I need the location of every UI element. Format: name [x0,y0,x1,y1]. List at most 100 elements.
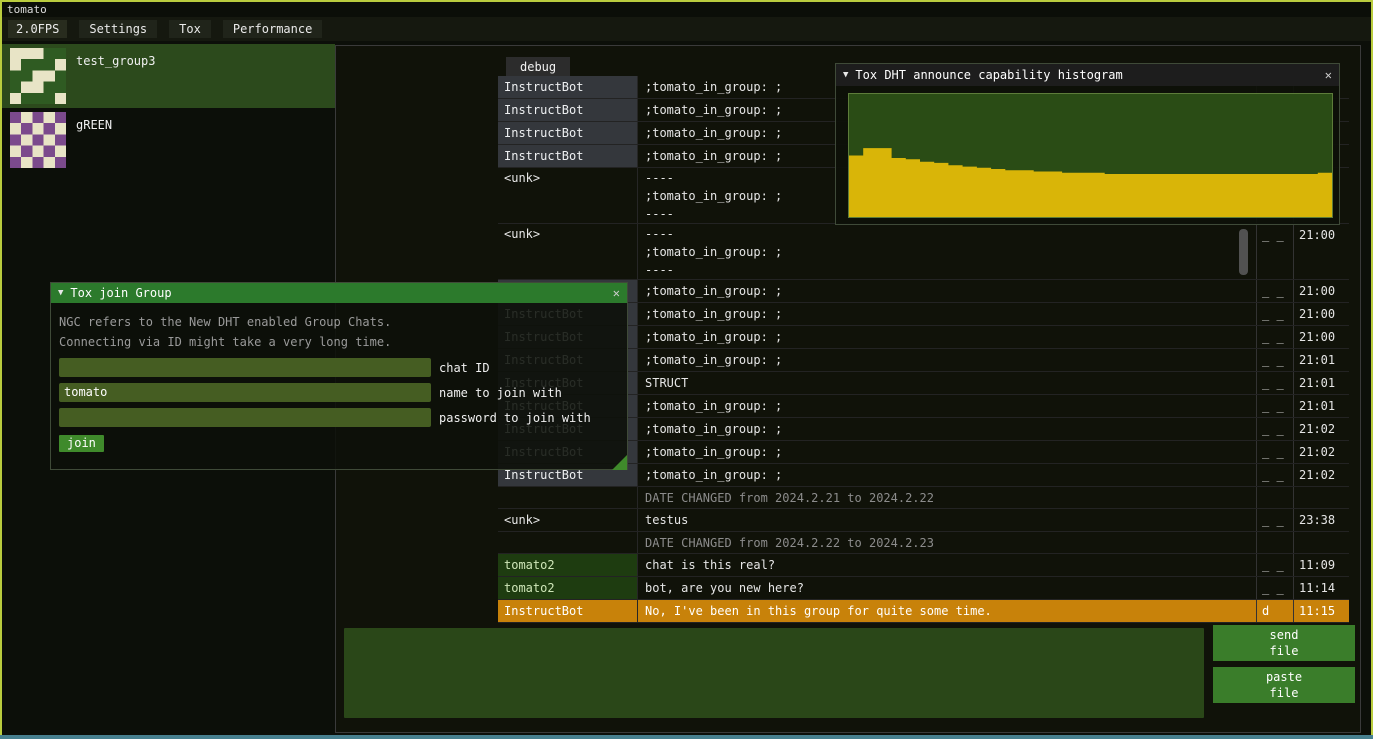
join-field-row: chat ID [59,358,619,377]
message-sender: InstructBot [498,600,638,622]
menu-item-settings[interactable]: Settings [79,20,157,38]
group-avatar-icon [10,48,66,104]
menu-bar: 2.0FPS Settings Tox Performance [2,17,1371,41]
message-flags: _ _ [1256,349,1293,371]
message-time: 23:38 [1293,509,1349,531]
message-flags: _ _ [1256,224,1293,279]
menu-item-performance[interactable]: Performance [223,20,322,38]
message-row: InstructBotNo, I've been in this group f… [498,600,1349,623]
sidebar-group-gREEN[interactable]: gREEN [2,108,335,172]
message-sender: InstructBot [498,99,638,121]
message-sender: <unk> [498,509,638,531]
message-sender: <unk> [498,224,638,279]
message-sender: <unk> [498,168,638,223]
collapse-icon[interactable]: ▼ [843,70,848,80]
dht-histogram-titlebar[interactable]: ▼ Tox DHT announce capability histogram … [836,64,1339,86]
message-text: ;tomato_in_group: ; [638,395,1256,417]
ngc-info-line-2: Connecting via ID might take a very long… [59,332,619,352]
message-time: 21:02 [1293,464,1349,486]
group-name: gREEN [76,118,112,132]
message-sender [498,532,638,553]
message-text: ;tomato_in_group: ; [638,349,1256,371]
message-flags: _ _ [1256,395,1293,417]
join-group-window: ▼ Tox join Group ✕ NGC refers to the New… [50,282,628,470]
message-time: 21:01 [1293,349,1349,371]
message-time: 21:00 [1293,326,1349,348]
chat-scrollbar[interactable] [1239,229,1248,275]
group-name: test_group3 [76,54,155,68]
message-time: 21:01 [1293,372,1349,394]
fps-counter: 2.0FPS [8,20,67,38]
message-flags: _ _ [1256,577,1293,599]
send-file-button[interactable]: send file [1213,625,1355,661]
dht-histogram-title: Tox DHT announce capability histogram [855,68,1122,82]
message-text: ;tomato_in_group: ; [638,303,1256,325]
sidebar-group-test_group3[interactable]: test_group3 [2,44,335,108]
join-field-row: password to join with [59,408,619,427]
message-flags: _ _ [1256,303,1293,325]
message-flags: _ _ [1256,464,1293,486]
message-text: chat is this real? [638,554,1256,576]
close-icon[interactable]: ✕ [1325,68,1332,82]
message-time: 21:00 [1293,280,1349,302]
message-sender: InstructBot [498,122,638,144]
collapse-icon[interactable]: ▼ [58,288,63,298]
join-name-input[interactable]: tomato [59,383,431,402]
join-password-input[interactable] [59,408,431,427]
message-flags: _ _ [1256,280,1293,302]
message-sender [498,487,638,508]
ngc-info-line-1: NGC refers to the New DHT enabled Group … [59,312,619,332]
app-title: tomato [7,3,47,16]
dht-histogram-plot [848,93,1333,218]
message-time: 11:14 [1293,577,1349,599]
message-input[interactable] [344,628,1204,718]
join-group-titlebar[interactable]: ▼ Tox join Group ✕ [51,283,627,303]
message-time [1293,532,1349,553]
message-time: 21:02 [1293,441,1349,463]
message-text: STRUCT [638,372,1256,394]
message-flags: _ _ [1256,554,1293,576]
date-separator-row: DATE CHANGED from 2024.2.21 to 2024.2.22 [498,487,1349,509]
message-text: ;tomato_in_group: ; [638,418,1256,440]
close-icon[interactable]: ✕ [613,286,620,300]
message-time: 11:15 [1293,600,1349,622]
message-time [1293,487,1349,508]
message-row: <unk>---- ;tomato_in_group: ; ----_ _21:… [498,224,1349,280]
field-label: chat ID [439,361,490,375]
message-text: ;tomato_in_group: ; [638,326,1256,348]
field-label: password to join with [439,411,591,425]
group-avatar-icon [10,112,66,168]
message-sender: tomato2 [498,577,638,599]
date-changed-text: DATE CHANGED from 2024.2.22 to 2024.2.23 [638,532,1256,553]
join-button[interactable]: join [59,435,104,452]
app-titlebar[interactable]: tomato [2,2,1371,17]
join-field-row: tomato name to join with [59,383,619,402]
date-separator-row: DATE CHANGED from 2024.2.22 to 2024.2.23 [498,532,1349,554]
message-text: ---- ;tomato_in_group: ; ---- [638,224,1256,279]
menu-item-tox[interactable]: Tox [169,20,211,38]
message-time: 21:02 [1293,418,1349,440]
message-flags: d [1256,600,1293,622]
message-sender: InstructBot [498,76,638,98]
message-flags: _ _ [1256,326,1293,348]
dht-histogram-window: ▼ Tox DHT announce capability histogram … [835,63,1340,225]
field-label: name to join with [439,386,562,400]
message-time: 21:00 [1293,224,1349,279]
window-resize-edge[interactable] [0,735,1373,739]
message-text: testus [638,509,1256,531]
join-group-title: Tox join Group [70,286,171,300]
message-text: No, I've been in this group for quite so… [638,600,1256,622]
message-flags: _ _ [1256,372,1293,394]
resize-grip[interactable] [612,455,627,470]
paste-file-button[interactable]: paste file [1213,667,1355,703]
message-text: ;tomato_in_group: ; [638,464,1256,486]
date-changed-text: DATE CHANGED from 2024.2.21 to 2024.2.22 [638,487,1256,508]
message-text: ;tomato_in_group: ; [638,441,1256,463]
message-text: bot, are you new here? [638,577,1256,599]
message-text: ;tomato_in_group: ; [638,280,1256,302]
message-row: tomato2chat is this real?_ _11:09 [498,554,1349,577]
group-list: test_group3 gREEN [2,44,335,172]
message-flags: _ _ [1256,441,1293,463]
chat-id-input[interactable] [59,358,431,377]
message-flags [1256,487,1293,508]
